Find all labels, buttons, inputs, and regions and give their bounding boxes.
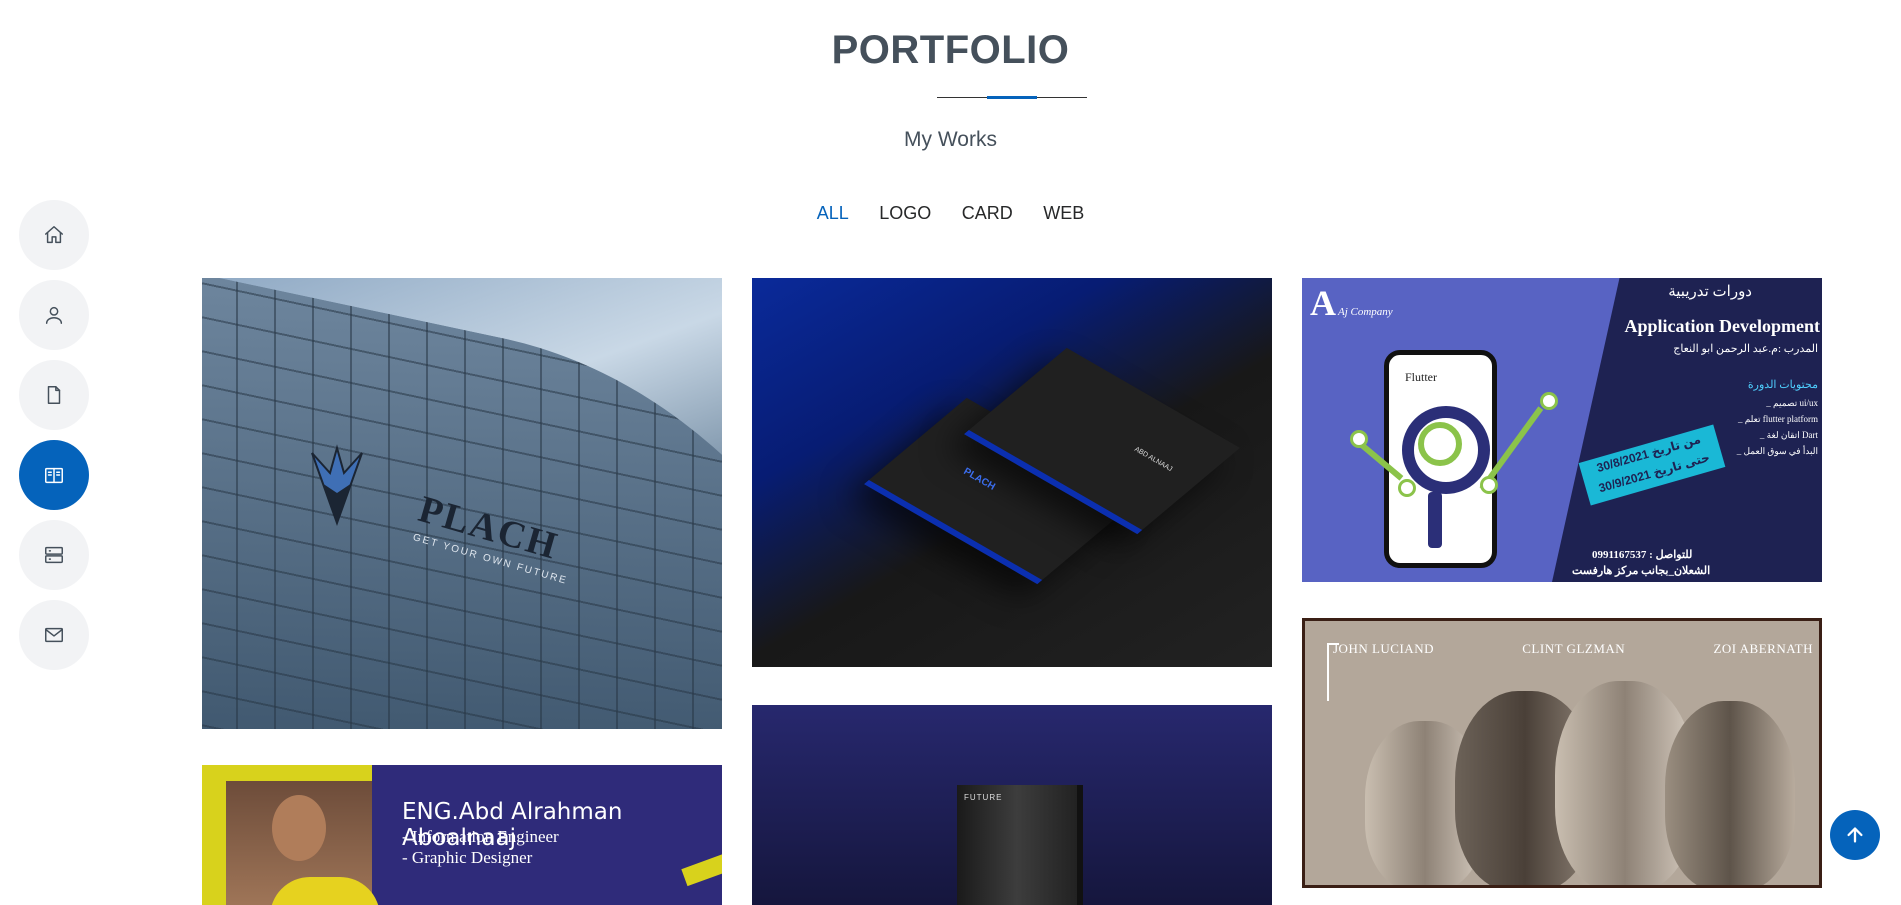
- course-title: Application Development: [1624, 316, 1821, 336]
- portfolio-item-logo-building[interactable]: PLACH GET YOUR OWN FUTURE: [202, 278, 722, 729]
- course-location: الشعلان_بجانب مركز هارفست: [1572, 565, 1711, 577]
- wing-logo-icon: [311, 444, 363, 526]
- engineer-role-2: - Graphic Designer: [402, 848, 533, 867]
- chart-dot-2: [1398, 479, 1416, 497]
- poster-face-4: [1665, 701, 1795, 885]
- section-subtitle: My Works: [904, 128, 997, 151]
- chart-dot-1: [1350, 430, 1368, 448]
- filter-web[interactable]: WEB: [1043, 203, 1084, 224]
- company-logo-letter: A: [1310, 283, 1336, 323]
- course-trainer: المدرب :م.عبد الرحمن ابو النعاج: [1673, 343, 1818, 355]
- poster-name-1: JOHN LUCIAND: [1333, 641, 1434, 656]
- section-title: PORTFOLIO: [831, 28, 1070, 72]
- envelope-icon: [45, 627, 63, 643]
- engineer-head: [272, 795, 326, 861]
- nav-resume-button[interactable]: [19, 360, 89, 430]
- home-icon: [45, 226, 63, 244]
- magnifier-handle: [1428, 492, 1442, 548]
- chart-dot-4: [1540, 392, 1558, 410]
- nav-services-button[interactable]: [19, 520, 89, 590]
- course-content-4: _ البدأ في سوق العمل: [1736, 446, 1818, 456]
- portfolio-item-flutter-course[interactable]: A Aj Company دورات تدريبية Application D…: [1302, 278, 1822, 582]
- course-heading-ar: دورات تدريبية: [1668, 284, 1752, 300]
- nav-contact-button[interactable]: [19, 600, 89, 670]
- book-mockup: [957, 785, 1077, 905]
- file-icon: [47, 386, 61, 404]
- portfolio-item-engineer-card[interactable]: ENG.Abd Alrahman Aboalnaaj - Information…: [202, 765, 722, 905]
- arrow-up-icon: [1847, 827, 1863, 843]
- course-content-2: _ تعلم flutter platform: [1737, 414, 1818, 424]
- person-icon: [45, 306, 63, 324]
- course-content-3: _ اتقان لغة Dart: [1759, 430, 1818, 440]
- portfolio-item-business-card[interactable]: PLACH ABD ALNAAJ: [752, 278, 1272, 667]
- poster-cast-names: JOHN LUCIAND CLINT GLZMAN ZOI ABERNATH: [1333, 641, 1813, 657]
- poster-name-2: CLINT GLZMAN: [1522, 641, 1626, 656]
- portfolio-item-movie-poster[interactable]: JOHN LUCIAND CLINT GLZMAN ZOI ABERNATH: [1302, 618, 1822, 888]
- engineer-role-1: - Information Engineer: [402, 827, 559, 846]
- filter-all[interactable]: ALL: [817, 203, 849, 224]
- book-title: FUTURE: [964, 793, 1003, 802]
- engineer-shirt: [270, 877, 380, 905]
- nav-portfolio-button[interactable]: [19, 440, 89, 510]
- filter-logo[interactable]: LOGO: [879, 203, 931, 224]
- back-to-top-button[interactable]: [1830, 810, 1880, 860]
- title-divider-accent: [987, 96, 1037, 99]
- side-nav: [19, 200, 89, 680]
- magnifier-inner-ring: [1418, 422, 1462, 466]
- portfolio-item-book[interactable]: FUTURE: [752, 705, 1272, 905]
- nav-about-button[interactable]: [19, 280, 89, 350]
- book-open-icon: [45, 467, 63, 484]
- chart-dot-3: [1480, 476, 1498, 494]
- course-content-1: _ تصميم ui/ux: [1766, 398, 1818, 408]
- course-contents-heading: محتويات الدورة: [1747, 379, 1818, 391]
- company-name: Aj Company: [1338, 306, 1393, 318]
- phone-app-label: Flutter: [1405, 370, 1437, 384]
- portfolio-filters: ALL LOGO CARD WEB: [0, 203, 1901, 224]
- server-icon: [45, 546, 63, 564]
- filter-card[interactable]: CARD: [962, 203, 1013, 224]
- poster-name-3: ZOI ABERNATH: [1713, 641, 1813, 656]
- course-phone: للتواصل : 0991167537: [1592, 549, 1693, 561]
